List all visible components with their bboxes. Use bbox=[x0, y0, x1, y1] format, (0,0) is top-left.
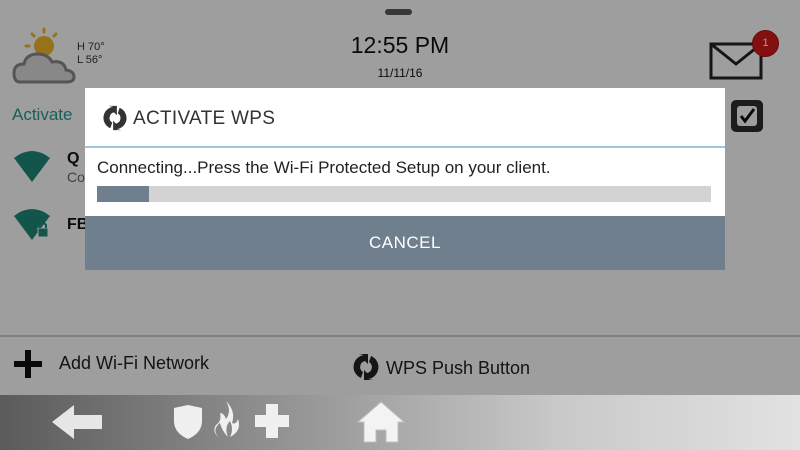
fire-icon[interactable] bbox=[212, 401, 244, 439]
screen: H 70° L 56° 12:55 PM 11/11/16 1 Activate… bbox=[0, 0, 800, 450]
connection-progress-bar bbox=[97, 186, 711, 202]
dialog-header: ACTIVATE WPS bbox=[85, 88, 725, 148]
wps-icon bbox=[103, 105, 127, 131]
dialog-message: Connecting...Press the Wi-Fi Protected S… bbox=[97, 158, 551, 177]
medical-cross-icon[interactable] bbox=[255, 404, 289, 438]
dialog-title: ACTIVATE WPS bbox=[133, 108, 276, 129]
home-icon[interactable] bbox=[356, 400, 406, 444]
progress-fill bbox=[97, 186, 150, 202]
cancel-button[interactable]: CANCEL bbox=[85, 216, 725, 270]
back-arrow-icon[interactable] bbox=[52, 405, 102, 439]
security-shield-icon[interactable] bbox=[172, 405, 204, 439]
bottom-nav-bar bbox=[0, 395, 800, 450]
activate-wps-dialog: ACTIVATE WPS Connecting...Press the Wi-F… bbox=[85, 88, 725, 270]
